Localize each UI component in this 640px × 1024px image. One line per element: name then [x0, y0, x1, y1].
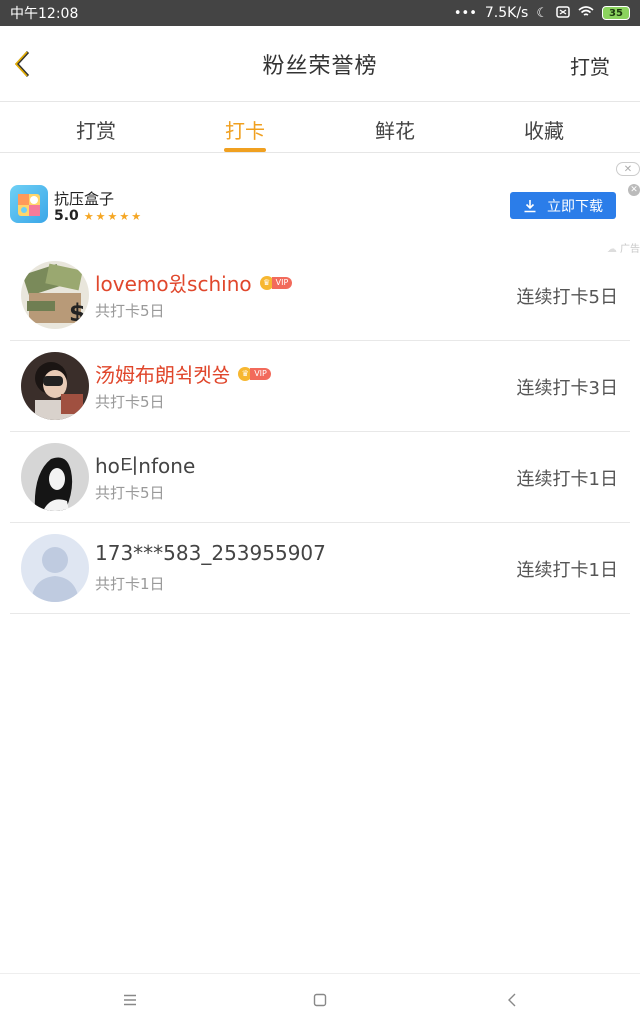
streak-count: 连续打卡1日: [516, 469, 618, 490]
tab-reward[interactable]: 打赏: [56, 115, 136, 144]
vip-label: VIP: [271, 276, 293, 289]
moon-icon: ☾: [536, 5, 548, 21]
vip-label: VIP: [250, 367, 271, 380]
system-back-button[interactable]: [500, 988, 524, 1012]
ad-rating: 5.0 ★★★★★: [54, 208, 143, 224]
name-line: 汤姆布朗쉭켓쑹 ♛ VIP: [95, 359, 271, 388]
tab-bar: 打赏 打卡 鲜花 收藏: [0, 103, 640, 153]
fan-name: 汤姆布朗쉭켓쑹: [95, 363, 231, 387]
ad-rating-value: 5.0: [54, 208, 79, 224]
tab-flowers[interactable]: 鲜花: [355, 115, 435, 144]
name-line: ho티nfone: [95, 450, 195, 479]
name-line: 173***583_253955907: [95, 541, 326, 565]
total-checkin: 共打卡5日: [95, 302, 165, 320]
fan-name: lovemo윘schino: [95, 272, 252, 296]
menu-button[interactable]: [118, 988, 142, 1012]
total-checkin: 共打卡1日: [95, 575, 165, 593]
avatar[interactable]: [21, 352, 89, 420]
ad-app-name: 抗压盒子: [54, 190, 115, 208]
ad-app-icon: [10, 185, 48, 223]
status-time: 中午12:08: [10, 6, 79, 22]
total-checkin: 共打卡5日: [95, 484, 165, 502]
menu-icon: [124, 994, 136, 1006]
chevron-left-icon: [14, 50, 30, 78]
avatar[interactable]: $: [21, 261, 89, 329]
sim-icon: [556, 5, 570, 21]
ad-dismiss-icon[interactable]: ✕: [628, 184, 640, 196]
dots-icon: •••: [453, 5, 477, 21]
list-item[interactable]: 汤姆布朗쉭켓쑹 ♛ VIP 共打卡5日 连续打卡3日: [10, 341, 630, 432]
download-button[interactable]: 立即下载: [510, 192, 616, 219]
fan-name: ho티nfone: [95, 454, 196, 478]
vip-badge: ♛ VIP: [238, 366, 271, 381]
streak-count: 连续打卡5日: [516, 287, 618, 308]
fan-name: 173***583_253955907: [95, 541, 326, 565]
streak-count: 连续打卡3日: [516, 378, 618, 399]
list-item[interactable]: ho티nfone 共打卡5日 连续打卡1日: [10, 432, 630, 523]
page-title: 粉丝荣誉榜: [262, 53, 378, 79]
tab-checkin[interactable]: 打卡: [205, 115, 285, 144]
reward-button[interactable]: 打赏: [570, 51, 610, 80]
battery-icon: 35: [602, 6, 630, 20]
streak-count: 连续打卡1日: [516, 560, 618, 581]
tab-favorites[interactable]: 收藏: [504, 115, 584, 144]
ad-close-button[interactable]: ✕: [616, 162, 640, 176]
app-header: 粉丝荣誉榜 打赏: [0, 26, 640, 102]
download-label: 立即下载: [547, 198, 603, 215]
network-speed: 7.5K/s: [484, 5, 529, 21]
back-button[interactable]: [6, 46, 38, 82]
fan-list: $ lovemo윘schino ♛ VIP 共打卡5日 连续打卡5日 汤姆布朗쉭…: [0, 250, 640, 614]
star-icons: ★★★★★: [83, 209, 144, 223]
back-icon: [508, 993, 516, 1007]
tab-indicator: [224, 148, 266, 152]
status-bar: 中午12:08 ••• 7.5K/s ☾ 35: [0, 0, 640, 26]
total-checkin: 共打卡5日: [95, 393, 165, 411]
wifi-icon: [578, 5, 594, 21]
avatar[interactable]: [21, 443, 89, 511]
ad-banner[interactable]: ✕ ✕ 抗压盒子 5.0 ★★★★★ 立即下载 ☁ 广告: [0, 154, 640, 255]
name-line: lovemo윘schino ♛ VIP: [95, 268, 293, 297]
home-icon: [313, 993, 327, 1007]
svg-text:$: $: [69, 299, 86, 327]
home-button[interactable]: [308, 988, 332, 1012]
system-nav-bar: [0, 973, 640, 1024]
download-icon: [524, 199, 536, 212]
status-right: ••• 7.5K/s ☾ 35: [454, 5, 630, 21]
list-item[interactable]: $ lovemo윘schino ♛ VIP 共打卡5日 连续打卡5日: [10, 250, 630, 341]
vip-badge: ♛ VIP: [259, 275, 293, 290]
list-item[interactable]: 173***583_253955907 共打卡1日 连续打卡1日: [10, 523, 630, 614]
avatar[interactable]: [21, 534, 89, 602]
